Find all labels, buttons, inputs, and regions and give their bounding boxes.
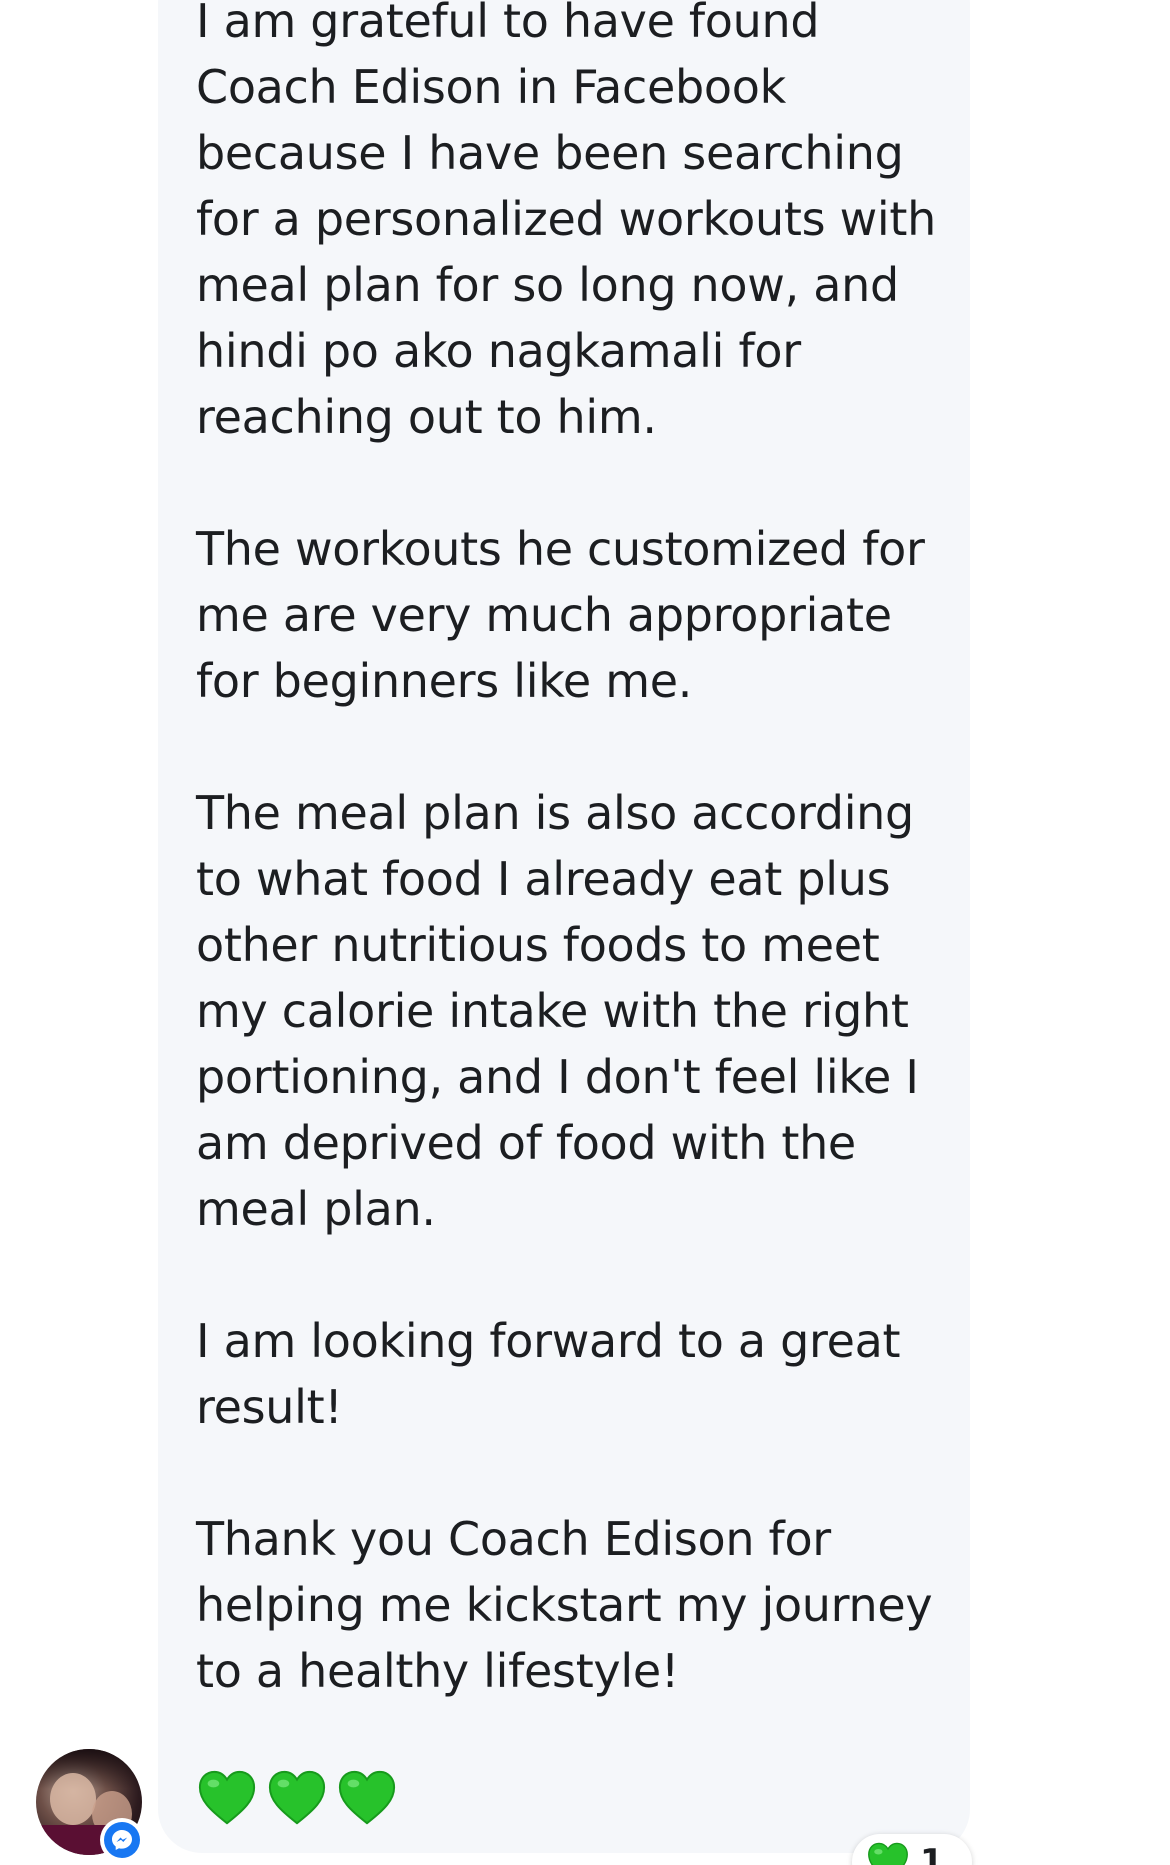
message-line: to what food I already eat plus <box>196 852 891 906</box>
green-heart-icon <box>338 1770 396 1825</box>
message-line: meal plan for so long now, and <box>196 258 899 312</box>
message-line: The workouts he customized for <box>196 522 925 576</box>
message-line-blank <box>196 1242 976 1308</box>
messenger-icon <box>104 1822 140 1858</box>
message-line: I am looking forward to a great <box>196 1314 901 1368</box>
green-heart-icon <box>868 1842 908 1865</box>
message-line: helping me kickstart my journey <box>196 1578 933 1632</box>
reaction-pill[interactable]: 1 <box>852 1834 972 1865</box>
green-heart-icon <box>198 1770 256 1825</box>
message-line-blank <box>196 450 976 516</box>
message-line: hindi po ako nagkamali for <box>196 324 801 378</box>
message-line: Thank you Coach Edison for <box>196 1512 831 1566</box>
message-line: reaching out to him. <box>196 390 657 444</box>
reaction-count: 1 <box>920 1842 944 1865</box>
message-line: because I have been searching <box>196 126 904 180</box>
message-line: The meal plan is also according <box>196 786 914 840</box>
messenger-badge <box>100 1818 144 1862</box>
emoji-row <box>196 1767 398 1837</box>
message-line: meal plan. <box>196 1182 436 1236</box>
message-line: my calorie intake with the right <box>196 984 909 1038</box>
message-line: am deprived of food with the <box>196 1116 856 1170</box>
message-line: result! <box>196 1380 343 1434</box>
green-heart-icon <box>268 1770 326 1825</box>
message-line-blank <box>196 714 976 780</box>
message-text: I am grateful to have found Coach Edison… <box>196 0 976 1704</box>
chat-screen: I am grateful to have found Coach Edison… <box>0 0 1170 1865</box>
message-line: for a personalized workouts with <box>196 192 936 246</box>
avatar-face <box>50 1773 96 1825</box>
message-line: to a healthy lifestyle! <box>196 1644 679 1698</box>
message-line: I am grateful to have found <box>196 0 820 48</box>
message-line: for beginners like me. <box>196 654 693 708</box>
messenger-bolt-icon <box>112 1830 132 1850</box>
message-line: Coach Edison in Facebook <box>196 60 786 114</box>
message-line: me are very much appropriate <box>196 588 892 642</box>
message-line: portioning, and I don't feel like I <box>196 1050 919 1104</box>
message-line-blank <box>196 1440 976 1506</box>
message-line: other nutritious foods to meet <box>196 918 880 972</box>
